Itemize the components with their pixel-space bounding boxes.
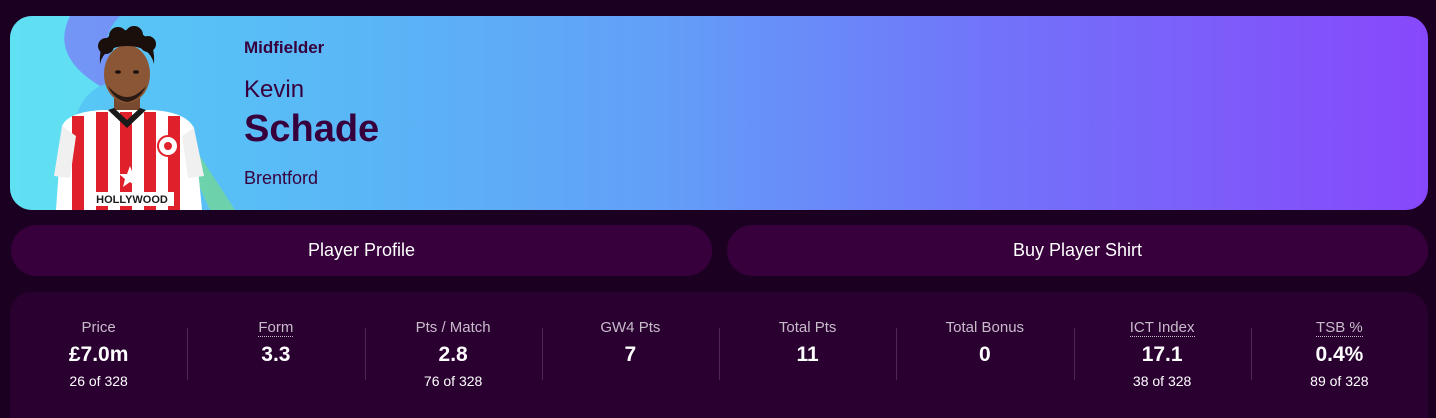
stat-label[interactable]: ICT Index [1074,319,1251,337]
stat-form: Form 3.3 [187,292,364,418]
stat-label[interactable]: TSB % [1251,319,1428,337]
stat-rank: 26 of 328 [69,373,128,389]
player-team: Brentford [244,168,319,188]
stat-value: 17.1 [1141,343,1183,366]
stat-value: 0.4% [1315,343,1364,366]
stat-gameweek-points: GW4 Pts 7 [541,292,719,418]
player-header-card: HOLLYWOOD Midfielder Kevin Schade Brentf… [10,16,1428,210]
stat-rank: 38 of 328 [1132,373,1192,389]
stat-rank: 76 of 328 [423,373,483,389]
player-photo: HOLLYWOOD [10,16,240,210]
stat-tsb: TSB % 0.4% 89 of 328 [1250,292,1428,418]
player-profile-button[interactable]: Player Profile [11,225,712,276]
form-tooltip-label[interactable]: Form [258,319,294,337]
stat-label: Pts / Match [415,319,491,336]
stat-value: 0 [979,343,991,366]
stat-value: 11 [796,343,819,366]
stat-rank: 89 of 328 [1310,373,1369,389]
stat-value: 2.8 [438,343,468,366]
stat-label: Total Bonus [945,319,1025,336]
stat-ict-index: ICT Index 17.1 38 of 328 [1073,292,1251,418]
shirt-sponsor: HOLLYWOOD [96,194,168,206]
ict-tooltip-label[interactable]: ICT Index [1129,319,1195,337]
player-last-name: Schade [244,108,380,150]
tsb-tooltip-label[interactable]: TSB % [1316,319,1363,337]
stat-label: Price [81,319,116,336]
player-position: Midfielder [244,38,325,57]
player-first-name: Kevin [244,76,305,103]
stat-price: Price £7.0m 26 of 328 [10,292,187,418]
stat-value: 3.3 [261,343,291,366]
stat-total-bonus: Total Bonus 0 [896,292,1073,418]
stat-label[interactable]: Form [187,319,364,337]
stat-value: £7.0m [68,343,129,366]
stat-label: Total Pts [778,319,837,336]
stat-label: GW4 Pts [600,319,661,336]
buy-player-shirt-button[interactable]: Buy Player Shirt [727,225,1428,276]
player-stats-panel: Price £7.0m 26 of 328 Form 3.3 Pts / Mat… [10,292,1428,418]
stat-pts-per-match: Pts / Match 2.8 76 of 328 [364,292,542,418]
stat-value: 7 [624,343,637,366]
stat-total-points: Total Pts 11 [719,292,896,418]
